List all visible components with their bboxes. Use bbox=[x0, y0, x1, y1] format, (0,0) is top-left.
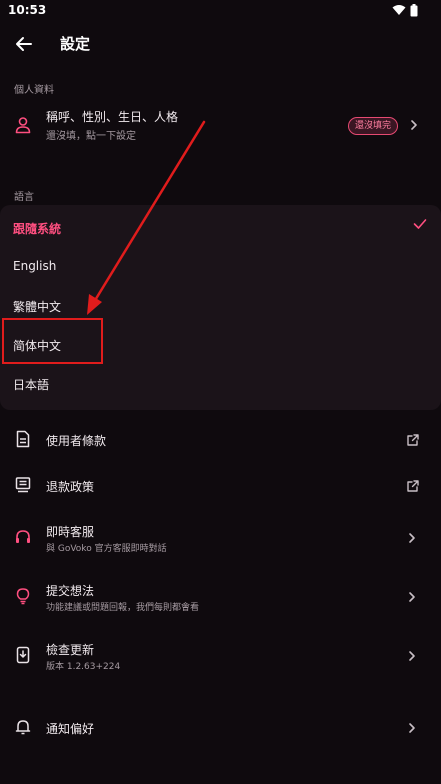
external-link-icon bbox=[407, 434, 419, 446]
headset-icon bbox=[16, 530, 30, 543]
menu-item-label: 即時客服 bbox=[46, 525, 95, 539]
menu-item-subtitle: 版本 1.2.63+224 bbox=[46, 662, 121, 672]
receipt-icon bbox=[15, 477, 31, 493]
phone-download-icon bbox=[16, 646, 30, 664]
menu-item-label: 退款政策 bbox=[46, 480, 95, 494]
lightbulb-icon bbox=[16, 588, 30, 605]
bell-icon bbox=[15, 720, 31, 735]
menu-item-label: 提交想法 bbox=[46, 584, 95, 598]
document-icon bbox=[16, 430, 30, 448]
menu-item-notification-preferences[interactable]: 通知偏好 bbox=[0, 708, 441, 748]
chevron-right-icon bbox=[409, 723, 415, 733]
menu-item-subtitle: 與 GoVoko 官方客服即時對話 bbox=[46, 544, 167, 554]
menu-item-label: 檢查更新 bbox=[46, 643, 95, 657]
menu-item-check-update[interactable]: 檢查更新 版本 1.2.63+224 bbox=[0, 636, 441, 676]
chevron-right-icon bbox=[409, 651, 415, 661]
menu-item-label: 通知偏好 bbox=[46, 722, 95, 736]
menu-item-submit-ideas[interactable]: 提交想法 功能建議或問題回報，我們每則都會看 bbox=[0, 577, 441, 617]
chevron-right-icon bbox=[409, 533, 415, 543]
menu-item-subtitle: 功能建議或問題回報，我們每則都會看 bbox=[46, 603, 200, 613]
chevron-right-icon bbox=[409, 592, 415, 602]
menu-item-refund-policy[interactable]: 退款政策 bbox=[0, 466, 441, 506]
menu-item-live-support[interactable]: 即時客服 與 GoVoko 官方客服即時對話 bbox=[0, 518, 441, 558]
external-link-icon bbox=[407, 480, 419, 492]
menu-item-terms[interactable]: 使用者條款 bbox=[0, 420, 441, 460]
menu-item-label: 使用者條款 bbox=[46, 434, 107, 448]
